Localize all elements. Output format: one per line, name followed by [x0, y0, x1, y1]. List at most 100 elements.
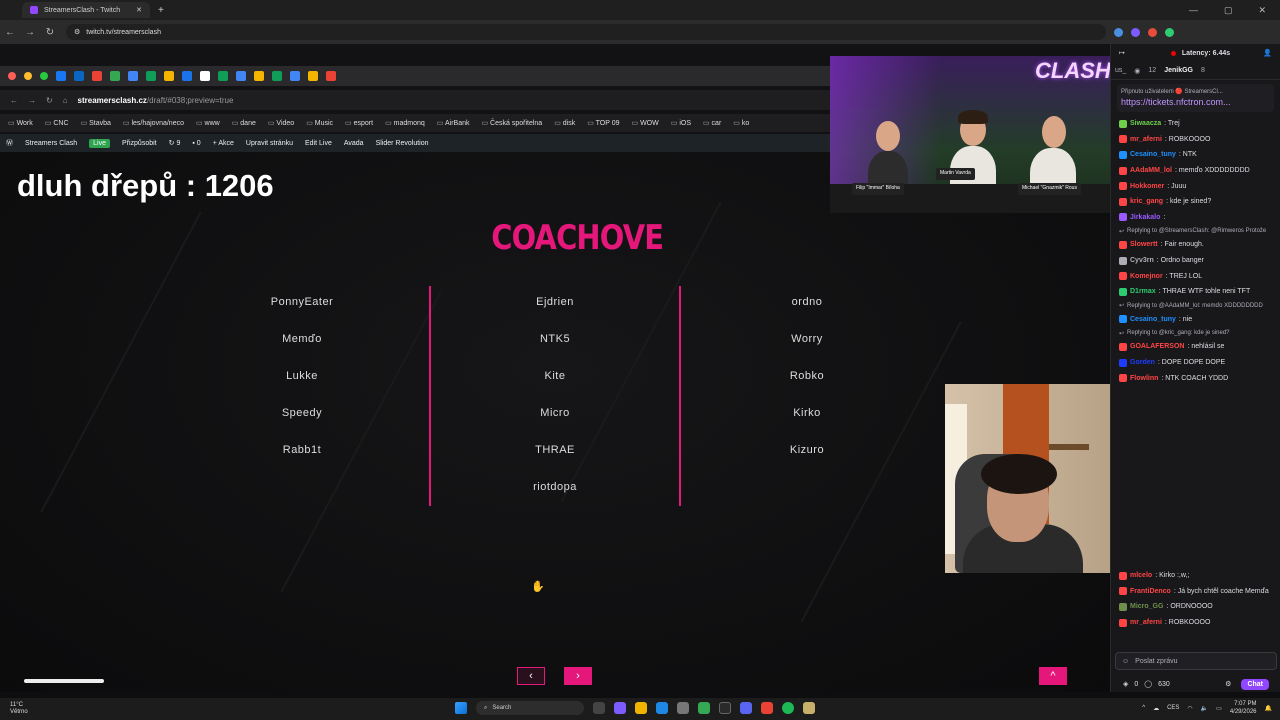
collapse-chat-icon[interactable]: ↦ — [1119, 49, 1125, 57]
user-badge-icon[interactable] — [1119, 618, 1127, 627]
linkedin-icon — [74, 71, 84, 81]
weather-widget[interactable]: 11°C Větrno — [0, 702, 28, 716]
store-icon[interactable] — [677, 702, 689, 714]
close-tab-icon[interactable]: ✕ — [136, 6, 142, 14]
facebook-icon — [56, 71, 66, 81]
clock[interactable]: 7:07 PM 4/29/2026 — [1230, 700, 1257, 716]
chat-username[interactable]: mlcelo — [1130, 572, 1152, 579]
back-icon[interactable]: ← — [0, 27, 20, 38]
user-badge-icon[interactable] — [1119, 602, 1127, 611]
user-badge-icon[interactable] — [1119, 287, 1127, 296]
pinned-link[interactable]: https://tickets.nfctron.com... — [1121, 97, 1270, 107]
chat-settings-icon[interactable]: ⚙ — [1225, 680, 1231, 688]
chat-username[interactable]: mr_aferni — [1130, 619, 1162, 626]
user-badge-icon[interactable] — [1119, 135, 1127, 144]
chat-username[interactable]: Micro_GG — [1130, 603, 1163, 610]
next-slide-button[interactable]: › — [564, 667, 592, 685]
scroll-top-button[interactable]: ^ — [1039, 667, 1067, 685]
app-icon[interactable] — [719, 702, 731, 714]
chat-username[interactable]: Jirkakalo — [1130, 214, 1160, 221]
chat-username[interactable]: AAdaMM_lol — [1130, 167, 1172, 174]
app-icon[interactable] — [803, 702, 815, 714]
outer-url-field[interactable]: ⚙ twitch.tv/streamersclash — [66, 24, 1106, 40]
chat-username[interactable]: Slowertt — [1130, 241, 1158, 248]
chat-username[interactable]: Komejnor — [1130, 273, 1163, 280]
wifi-icon[interactable]: ◠ — [1187, 705, 1192, 712]
extension-icon[interactable] — [1114, 27, 1123, 37]
windows-taskbar: 11°C Větrno ⌕ Search ^ ☁ CES ◠ 🔈 ▭ 7:07 … — [0, 698, 1280, 720]
live-dot-icon — [1170, 50, 1176, 56]
chrome-icon[interactable] — [761, 702, 773, 714]
copilot-icon[interactable] — [614, 702, 626, 714]
chat-input[interactable]: ☺ Poslat zprávu — [1115, 652, 1277, 670]
user-badge-icon[interactable] — [1119, 119, 1127, 128]
tray-chevron-icon[interactable]: ^ — [1142, 705, 1145, 711]
reload-icon[interactable]: ↻ — [40, 27, 60, 38]
chat-send-button[interactable]: Chat — [1241, 678, 1269, 690]
emote-picker-icon[interactable]: ☺ — [1122, 658, 1129, 665]
taskbar-apps: ⌕ Search — [455, 701, 815, 715]
user-badge-icon[interactable] — [1119, 166, 1127, 175]
onedrive-icon[interactable]: ☁ — [1153, 705, 1159, 712]
keyboard-lang[interactable]: CES — [1167, 705, 1179, 711]
taskbar-search-label: Search — [492, 705, 512, 711]
minimize-icon[interactable]: — — [1189, 5, 1198, 16]
user-badge-icon[interactable] — [1119, 197, 1127, 206]
task-view-icon[interactable] — [593, 702, 605, 714]
file-explorer-icon[interactable] — [635, 702, 647, 714]
user-badge-icon[interactable] — [1119, 150, 1127, 159]
user-badge-icon[interactable] — [1119, 182, 1127, 191]
inner-url-host: streamersclash.cz — [77, 95, 147, 105]
chrome-icon[interactable] — [698, 702, 710, 714]
chat-username[interactable]: Hokkomer — [1130, 183, 1164, 190]
profile-avatar-icon[interactable] — [1165, 27, 1174, 37]
spotify-icon[interactable] — [782, 702, 794, 714]
close-window-icon[interactable]: ✕ — [1258, 5, 1266, 16]
chat-username[interactable]: Flowlinn — [1130, 375, 1158, 382]
user-badge-icon[interactable] — [1119, 213, 1127, 222]
new-tab-icon[interactable]: + — [158, 5, 164, 16]
channel-points-icon[interactable]: ◈ — [1123, 680, 1128, 688]
notification-icon[interactable]: 🔔 — [1265, 705, 1272, 712]
user-badge-icon[interactable] — [1119, 571, 1127, 580]
chat-username[interactable]: kric_gang — [1130, 198, 1163, 205]
user-badge-icon[interactable] — [1119, 240, 1127, 249]
users-icon[interactable]: 👤 — [1263, 49, 1272, 57]
site-info-icon[interactable]: ⚙ — [74, 28, 80, 36]
outer-tab-strip: StreamersClash - Twitch ✕ + — ▢ ✕ — [0, 0, 1280, 20]
chat-username[interactable]: Cyv3rn — [1130, 257, 1154, 264]
user-badge-icon[interactable] — [1119, 587, 1127, 596]
extension-icon[interactable] — [1148, 27, 1157, 37]
bits-icon[interactable]: ◯ — [1144, 680, 1152, 688]
user-badge-icon[interactable] — [1119, 256, 1127, 265]
discord-icon[interactable] — [740, 702, 752, 714]
sheets-icon — [218, 71, 228, 81]
chat-username[interactable]: Siwaacza — [1130, 120, 1161, 127]
user-badge-icon[interactable] — [1119, 342, 1127, 351]
outer-tab-twitch[interactable]: StreamersClash - Twitch ✕ — [22, 2, 150, 18]
edge-icon[interactable] — [656, 702, 668, 714]
maximize-icon[interactable]: ▢ — [1224, 5, 1233, 16]
prev-slide-button[interactable]: ‹ — [517, 667, 545, 685]
chat-username[interactable]: Cesaino_tuny — [1130, 151, 1176, 158]
volume-icon[interactable]: 🔈 — [1201, 705, 1208, 712]
pinned-message[interactable]: Připnuto uživatelem 🔴 StreamersCl... htt… — [1117, 84, 1274, 112]
chat-username[interactable]: FrantiDenco — [1130, 588, 1171, 595]
battery-icon[interactable]: ▭ — [1216, 705, 1222, 712]
chat-username[interactable]: GOALAFERSON — [1130, 343, 1184, 350]
windows-start-icon[interactable] — [455, 702, 467, 714]
streamer-webcam — [945, 384, 1110, 573]
chat-username[interactable]: D1rmax — [1130, 288, 1156, 295]
taskbar-search[interactable]: ⌕ Search — [476, 701, 584, 715]
user-badge-icon[interactable] — [1119, 358, 1127, 367]
user-badge-icon[interactable] — [1119, 272, 1127, 281]
chat-username[interactable]: Cesaino_tuny — [1130, 316, 1176, 323]
chat-username[interactable]: mr_aferni — [1130, 136, 1162, 143]
forward-icon[interactable]: → — [20, 27, 40, 38]
extension-icon[interactable] — [1131, 27, 1140, 37]
user-badge-icon[interactable] — [1119, 374, 1127, 383]
coach-name: Rabb1t — [282, 444, 322, 456]
chat-username[interactable]: Gorden — [1130, 359, 1155, 366]
user-badge-icon[interactable] — [1119, 315, 1127, 324]
channel-name[interactable]: JenikGG — [1164, 67, 1193, 74]
